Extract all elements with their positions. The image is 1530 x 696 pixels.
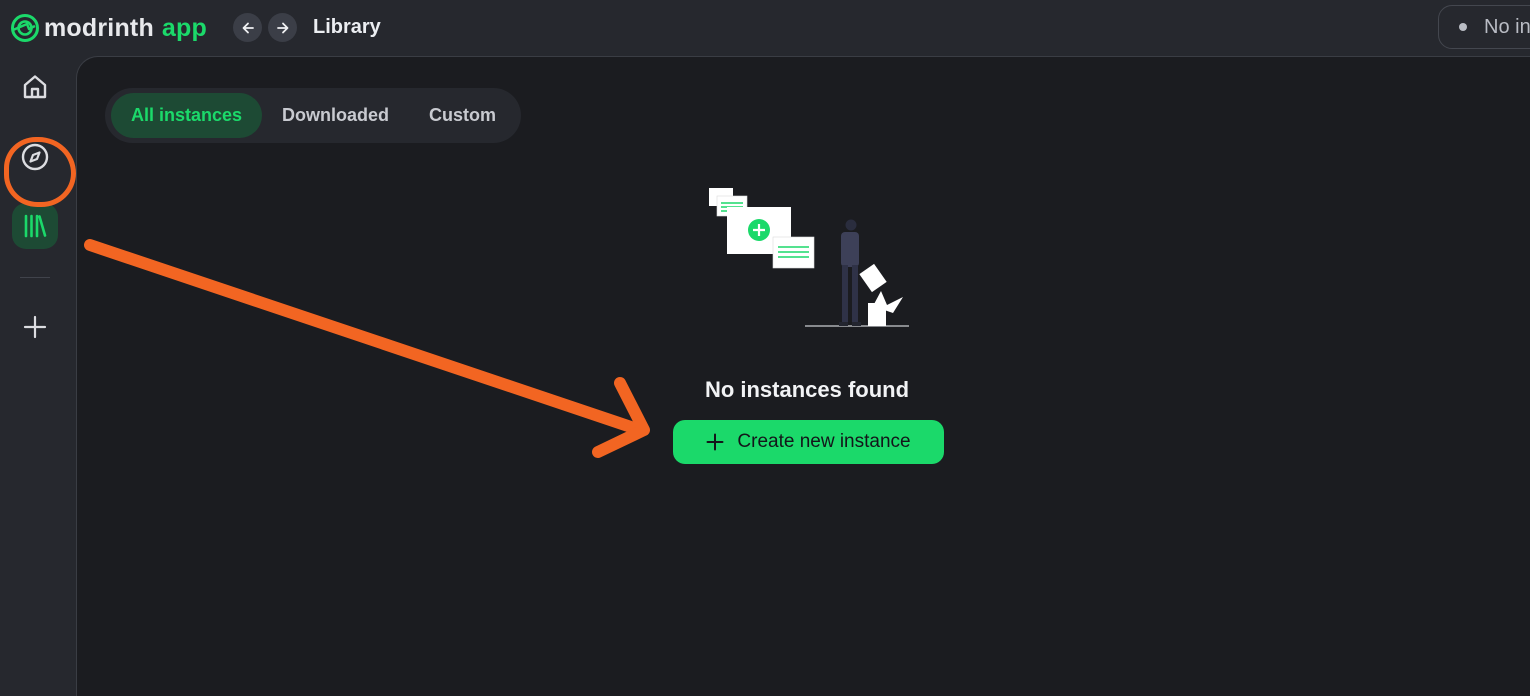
arrow-left-icon: [242, 22, 254, 33]
page-title: Library: [313, 16, 381, 38]
home-icon: [23, 75, 47, 99]
back-button[interactable]: [233, 13, 262, 42]
sidebar-item-library[interactable]: [12, 203, 58, 249]
status-dot-icon: [1459, 23, 1467, 31]
instance-filter-tabs: All instances Downloaded Custom: [105, 88, 521, 143]
empty-state-illustration: [709, 188, 909, 327]
modrinth-logo-icon: [11, 14, 39, 42]
running-instances-status[interactable]: No in: [1438, 5, 1530, 49]
sidebar-divider: [20, 277, 50, 278]
logo-suffix: app: [161, 13, 207, 42]
tab-all-instances[interactable]: All instances: [111, 93, 263, 138]
plus-icon: [706, 433, 724, 451]
compass-icon: [21, 143, 49, 171]
logo-word: modrinth: [44, 13, 154, 42]
tab-downloaded[interactable]: Downloaded: [262, 93, 409, 138]
library-icon: [24, 214, 47, 238]
sidebar-item-home[interactable]: [12, 64, 58, 110]
library-content: All instances Downloaded Custom No insta…: [76, 56, 1530, 696]
arrow-right-icon: [276, 22, 288, 33]
create-new-instance-button[interactable]: Create new instance: [673, 420, 944, 464]
tab-custom[interactable]: Custom: [409, 93, 516, 138]
sidebar: [0, 56, 76, 683]
plus-icon: [23, 315, 47, 339]
sidebar-item-add-instance[interactable]: [12, 304, 58, 350]
forward-button[interactable]: [268, 13, 297, 42]
sidebar-item-browse[interactable]: [12, 134, 58, 180]
create-new-instance-label: Create new instance: [737, 431, 911, 452]
status-text: No in: [1484, 15, 1530, 38]
app-logo: modrinth app: [10, 12, 207, 44]
empty-state-title: No instances found: [704, 377, 910, 402]
top-bar: modrinth app Library No in: [0, 0, 1530, 56]
